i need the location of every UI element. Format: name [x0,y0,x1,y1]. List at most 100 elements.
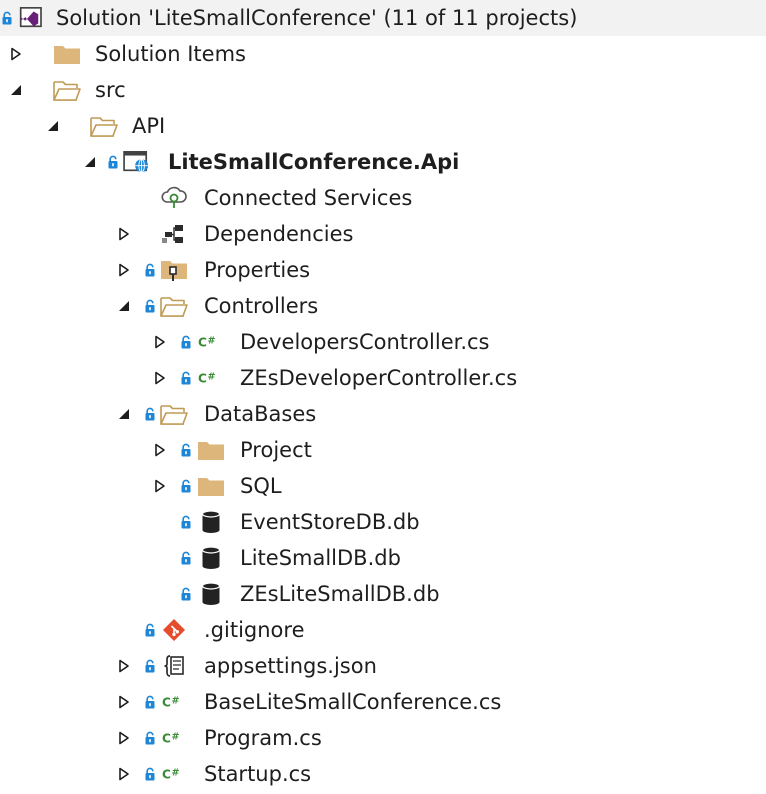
tree-row-gitignore[interactable]: .gitignore [0,612,766,648]
tree-row-src[interactable]: src [0,72,766,108]
tree-row-zes-developer-controller[interactable]: ZEsDeveloperController.cs [0,360,766,396]
properties-label: Properties [204,258,311,282]
dependencies-icon [159,216,189,252]
solution-items-label: Solution Items [95,42,246,66]
csharp-file-icon [196,324,226,360]
expand-arrow-icon[interactable] [114,648,134,684]
dependencies-label: Dependencies [204,222,354,246]
tree-row-solution-items[interactable]: Solution Items [0,36,766,72]
tree-row-startup[interactable]: Startup.cs [0,756,766,792]
properties-folder-icon [159,252,189,288]
collapse-arrow-icon[interactable] [43,108,63,144]
tree-row-project-folder[interactable]: Project [0,432,766,468]
lock-icon [179,504,193,540]
tree-row-base-conference[interactable]: BaseLiteSmallConference.cs [0,684,766,720]
lock-icon [143,684,157,720]
collapse-arrow-icon[interactable] [114,288,134,324]
eventstore-db-label: EventStoreDB.db [240,510,420,534]
tree-row-appsettings[interactable]: appsettings.json [0,648,766,684]
tree-row-litesmall-db[interactable]: LiteSmallDB.db [0,540,766,576]
project-folder-label: Project [240,438,312,462]
expand-arrow-icon[interactable] [150,324,170,360]
gitignore-label: .gitignore [204,618,305,642]
open-folder-icon [89,108,119,144]
collapse-arrow-icon[interactable] [80,144,100,180]
expand-arrow-icon[interactable] [114,684,134,720]
lock-icon [106,144,120,180]
expand-arrow-icon[interactable] [114,252,134,288]
open-folder-icon [159,288,189,324]
expand-arrow-icon[interactable] [150,432,170,468]
database-icon [196,540,226,576]
csharp-file-icon [160,684,190,720]
api-folder-label: API [132,114,166,138]
tree-row-program[interactable]: Program.cs [0,720,766,756]
lock-icon [0,0,14,36]
solution-label: Solution 'LiteSmallConference' (11 of 11… [56,6,578,30]
solution-explorer-tree: Solution 'LiteSmallConference' (11 of 11… [0,0,766,794]
lock-icon [143,612,157,648]
git-icon [159,612,189,648]
csharp-file-icon [196,360,226,396]
lock-icon [143,720,157,756]
program-label: Program.cs [204,726,322,750]
open-folder-icon [52,72,82,108]
sql-folder-label: SQL [240,474,282,498]
csharp-file-icon [160,720,190,756]
lock-icon [143,288,157,324]
folder-icon [52,36,82,72]
developers-controller-label: DevelopersController.cs [240,330,490,354]
lock-icon [179,360,193,396]
project-label: LiteSmallConference.Api [168,150,460,174]
lock-icon [179,324,193,360]
startup-label: Startup.cs [204,762,312,786]
connected-services-icon [159,180,189,216]
expand-arrow-icon[interactable] [150,468,170,504]
visual-studio-solution-icon [14,0,44,36]
appsettings-label: appsettings.json [204,654,377,678]
open-folder-icon [159,396,189,432]
database-icon [196,504,226,540]
tree-row-developers-controller[interactable]: DevelopersController.cs [0,324,766,360]
tree-row-sql-folder[interactable]: SQL [0,468,766,504]
expand-arrow-icon[interactable] [114,720,134,756]
lock-icon [143,396,157,432]
tree-row-project[interactable]: LiteSmallConference.Api [0,144,766,180]
lock-icon [179,468,193,504]
controllers-label: Controllers [204,294,319,318]
web-project-icon [122,144,152,180]
database-icon [196,576,226,612]
tree-row-databases[interactable]: DataBases [0,396,766,432]
lock-icon [179,432,193,468]
tree-row-api-folder[interactable]: API [0,108,766,144]
databases-label: DataBases [204,402,317,426]
expand-arrow-icon[interactable] [150,360,170,396]
tree-row-dependencies[interactable]: Dependencies [0,216,766,252]
csharp-file-icon [160,756,190,792]
base-conference-label: BaseLiteSmallConference.cs [204,690,502,714]
json-file-icon [159,648,189,684]
zes-litesmall-db-label: ZEsLiteSmallDB.db [240,582,440,606]
tree-row-solution[interactable]: Solution 'LiteSmallConference' (11 of 11… [0,0,766,36]
tree-row-eventstore-db[interactable]: EventStoreDB.db [0,504,766,540]
tree-row-properties[interactable]: Properties [0,252,766,288]
expand-arrow-icon[interactable] [114,216,134,252]
src-label: src [95,78,126,102]
tree-row-connected-services[interactable]: Connected Services [0,180,766,216]
lock-icon [179,540,193,576]
expand-arrow-icon[interactable] [114,756,134,792]
tree-row-zes-litesmall-db[interactable]: ZEsLiteSmallDB.db [0,576,766,612]
connected-services-label: Connected Services [204,186,413,210]
lock-icon [143,252,157,288]
folder-icon [196,468,226,504]
expand-arrow-icon[interactable] [6,36,26,72]
collapse-arrow-icon[interactable] [114,396,134,432]
lock-icon [143,648,157,684]
lock-icon [179,576,193,612]
collapse-arrow-icon[interactable] [6,72,26,108]
litesmall-db-label: LiteSmallDB.db [240,546,401,570]
folder-icon [196,432,226,468]
lock-icon [143,756,157,792]
tree-row-controllers[interactable]: Controllers [0,288,766,324]
zes-developer-controller-label: ZEsDeveloperController.cs [240,366,518,390]
